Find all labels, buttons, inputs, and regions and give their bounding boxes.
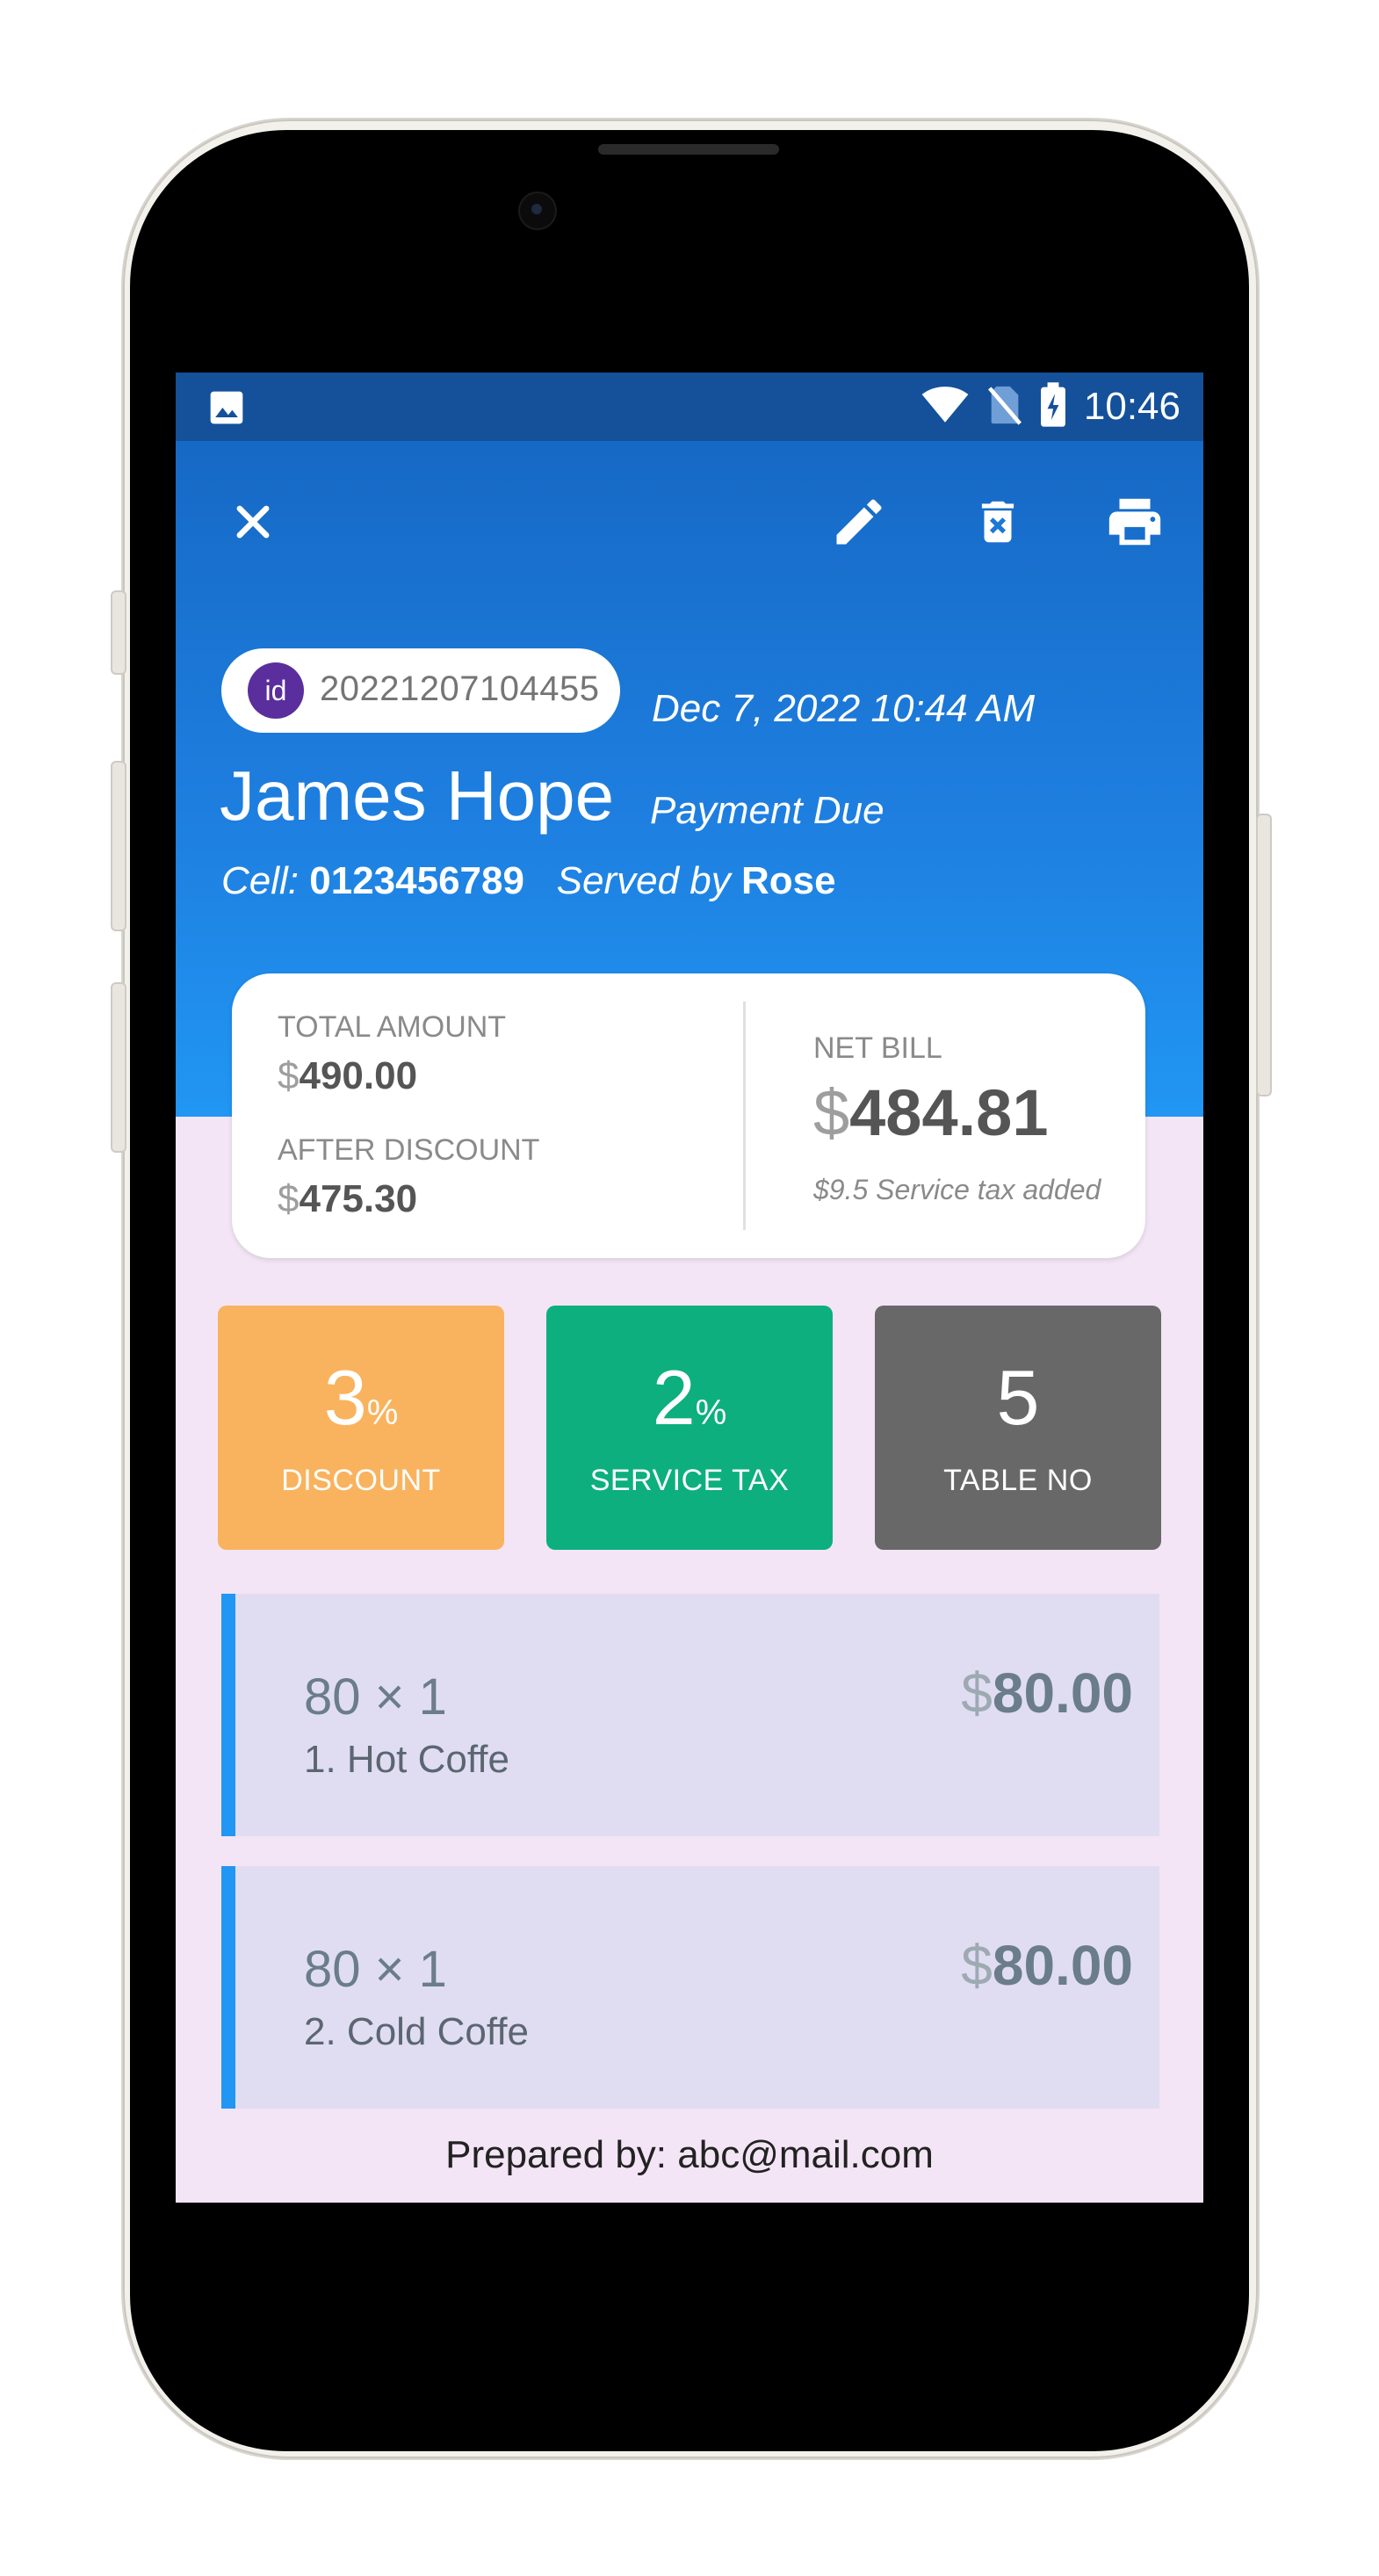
cell-label: Cell: <box>221 859 300 902</box>
after-discount-amount: 475.30 <box>299 1177 418 1220</box>
front-camera <box>520 193 555 228</box>
after-discount-value: $475.30 <box>278 1177 417 1221</box>
id-badge: id <box>248 662 304 719</box>
item-total: $80.00 <box>961 1933 1133 1998</box>
discount-number: 3 <box>323 1354 367 1441</box>
item-currency: $ <box>961 1661 993 1725</box>
item-quantity: 1 <box>418 1668 447 1726</box>
item-accent-bar <box>221 1594 235 1836</box>
item-total-amount: 80.00 <box>992 1934 1133 1997</box>
battery-charging-icon <box>1040 381 1066 432</box>
power-button <box>1256 814 1272 1096</box>
cell-number: 0123456789 <box>309 859 524 902</box>
net-bill-label: NET BILL <box>813 1031 942 1065</box>
after-discount-label: AFTER DISCOUNT <box>278 1133 540 1167</box>
service-tax-unit: % <box>695 1393 727 1432</box>
delete-button[interactable] <box>963 487 1033 557</box>
table-no-tile[interactable]: 5 TABLE NO <box>875 1306 1161 1550</box>
bill-summary-card: TOTAL AMOUNT $490.00 AFTER DISCOUNT $475… <box>232 973 1145 1258</box>
discount-tile[interactable]: 3% DISCOUNT <box>218 1306 504 1550</box>
delete-icon <box>981 501 1014 543</box>
total-currency: $ <box>278 1054 300 1097</box>
list-item[interactable]: 80 × 1 2. Cold Coffe $80.00 <box>221 1866 1159 2109</box>
card-divider <box>743 1002 746 1230</box>
service-tax-label: SERVICE TAX <box>589 1464 790 1497</box>
order-id-chip: id 20221207104455 <box>221 648 620 733</box>
item-name: 2. Cold Coffe <box>304 2010 530 2053</box>
print-button[interactable] <box>1100 487 1170 557</box>
discount-value: 3% <box>218 1353 504 1443</box>
close-button[interactable] <box>218 487 288 557</box>
service-tax-value: 2% <box>546 1353 833 1443</box>
wifi-icon <box>921 386 970 429</box>
close-icon <box>236 505 270 539</box>
list-item[interactable]: 80 × 1 1. Hot Coffe $80.00 <box>221 1594 1159 1836</box>
volume-up-button <box>111 761 126 931</box>
net-bill-amount: 484.81 <box>849 1076 1049 1149</box>
item-accent-bar <box>221 1866 235 2109</box>
service-tax-number: 2 <box>652 1354 696 1441</box>
times-symbol: × <box>374 1668 405 1726</box>
edit-button[interactable] <box>824 487 894 557</box>
pencil-icon <box>836 499 882 545</box>
volume-down-button <box>111 982 126 1153</box>
prepared-by: Prepared by: abc@mail.com <box>445 2133 934 2176</box>
table-number: 5 <box>996 1354 1040 1441</box>
net-currency: $ <box>813 1076 850 1149</box>
table-no-label: TABLE NO <box>943 1464 1093 1497</box>
earpiece <box>598 144 779 155</box>
item-currency: $ <box>961 1934 993 1997</box>
order-date: Dec 7, 2022 10:44 AM <box>652 687 1036 730</box>
item-total-amount: 80.00 <box>992 1661 1133 1725</box>
status-time: 10:46 <box>1083 385 1180 428</box>
mute-switch <box>111 590 126 675</box>
discount-unit: % <box>366 1393 399 1432</box>
order-id: 20221207104455 <box>320 669 600 708</box>
server-name: Rose <box>741 859 836 902</box>
status-bar: 10:46 <box>176 373 1203 441</box>
no-sim-icon <box>987 385 1022 430</box>
item-name: 1. Hot Coffe <box>304 1738 509 1781</box>
item-unit-price: 80 <box>304 1668 361 1726</box>
after-currency: $ <box>278 1177 300 1220</box>
item-quantity-line: 80 × 1 <box>304 1940 447 1999</box>
item-total: $80.00 <box>961 1661 1133 1726</box>
table-no-value: 5 <box>875 1353 1161 1443</box>
item-quantity: 1 <box>418 1941 447 1998</box>
total-amount: 490.00 <box>299 1054 418 1097</box>
app-screen: 10:46 id 20221207104455 Dec 7, 2022 10:4… <box>176 373 1203 2203</box>
service-tax-tile[interactable]: 2% SERVICE TAX <box>546 1306 833 1550</box>
payment-status: Payment Due <box>650 789 884 832</box>
times-symbol: × <box>374 1941 405 1998</box>
customer-info-line: Cell: 0123456789 Served by Rose <box>221 859 836 903</box>
net-bill-value: $484.81 <box>813 1075 1049 1150</box>
image-notification-icon <box>207 388 246 431</box>
item-quantity-line: 80 × 1 <box>304 1668 447 1726</box>
total-amount-value: $490.00 <box>278 1054 417 1098</box>
served-by-label: Served by <box>556 859 731 902</box>
total-amount-label: TOTAL AMOUNT <box>278 1010 507 1044</box>
item-unit-price: 80 <box>304 1941 361 1998</box>
printer-icon <box>1108 498 1161 546</box>
service-tax-note: $9.5 Service tax added <box>813 1174 1101 1205</box>
customer-name: James Hope <box>220 756 615 835</box>
discount-label: DISCOUNT <box>281 1464 441 1497</box>
